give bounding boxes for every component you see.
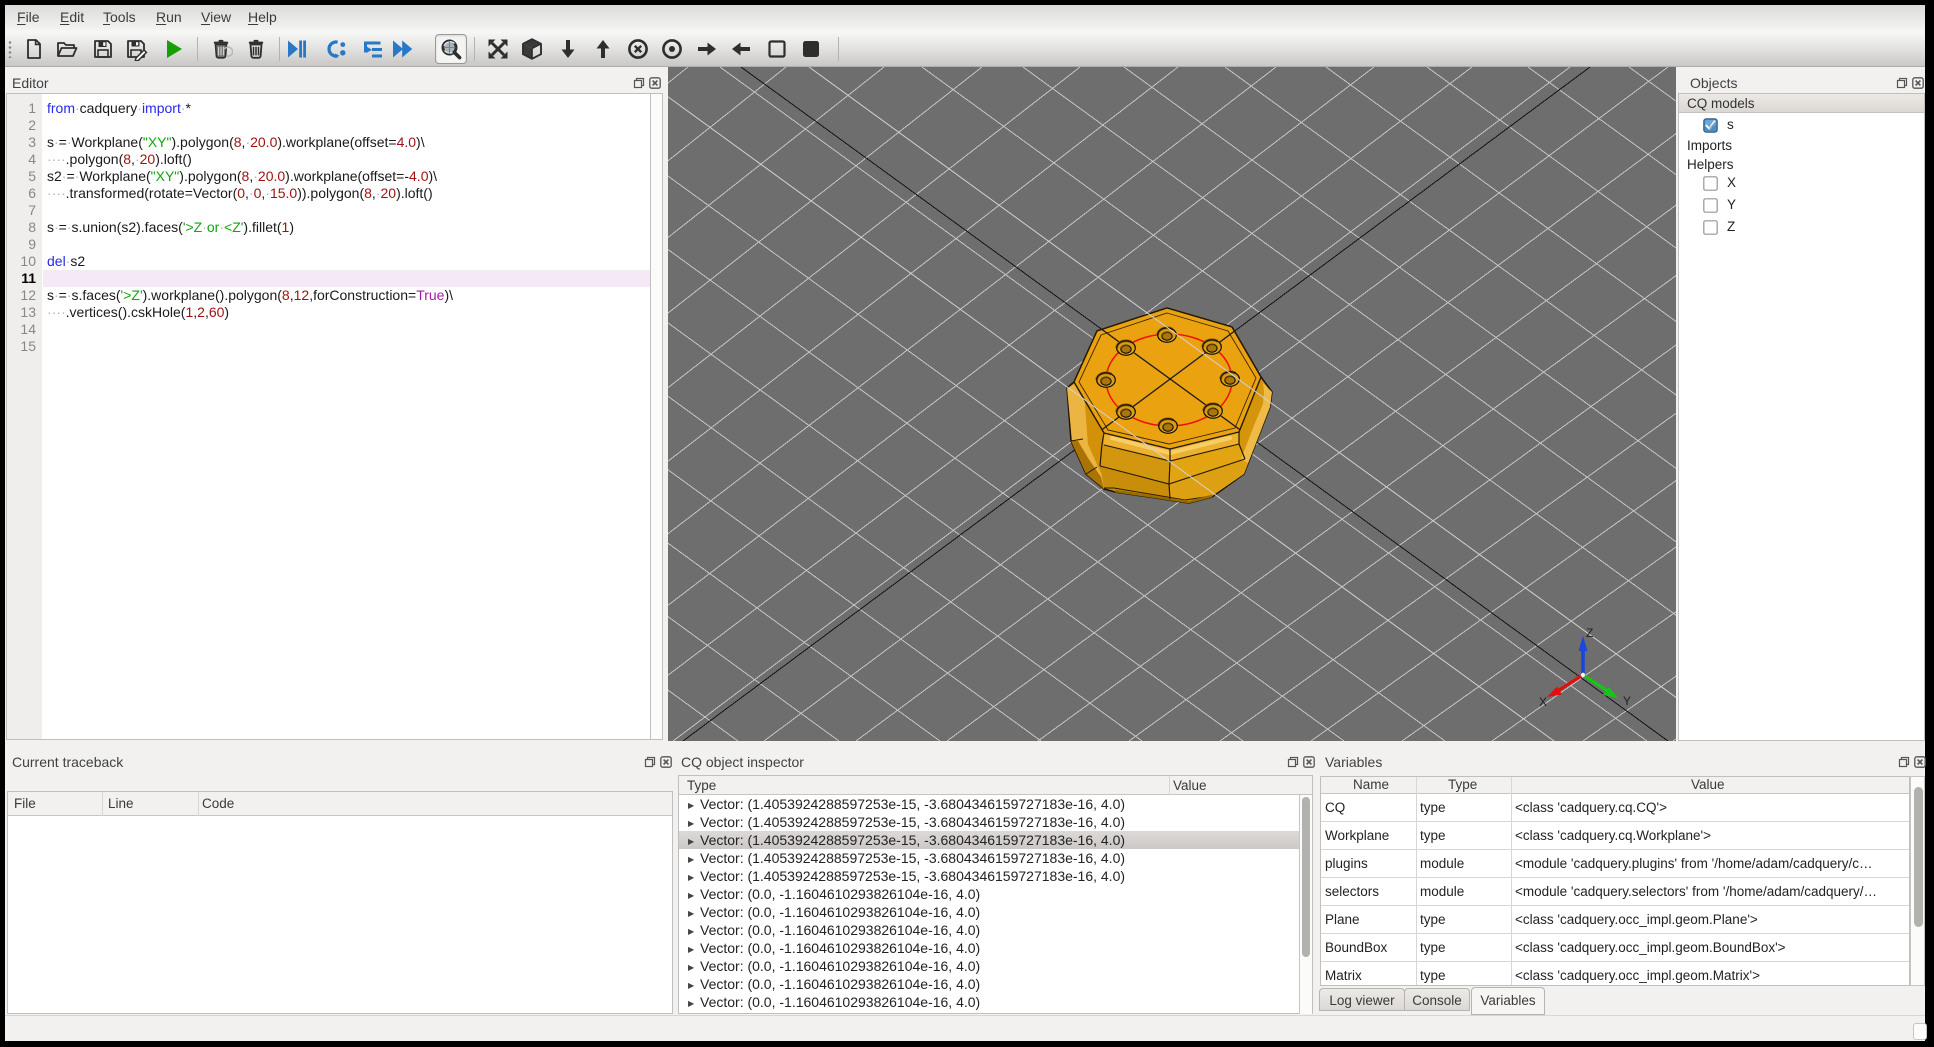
svg-text:Y: Y — [1623, 694, 1631, 708]
svg-text:Z: Z — [1586, 626, 1593, 640]
svg-text:X: X — [1539, 695, 1547, 709]
